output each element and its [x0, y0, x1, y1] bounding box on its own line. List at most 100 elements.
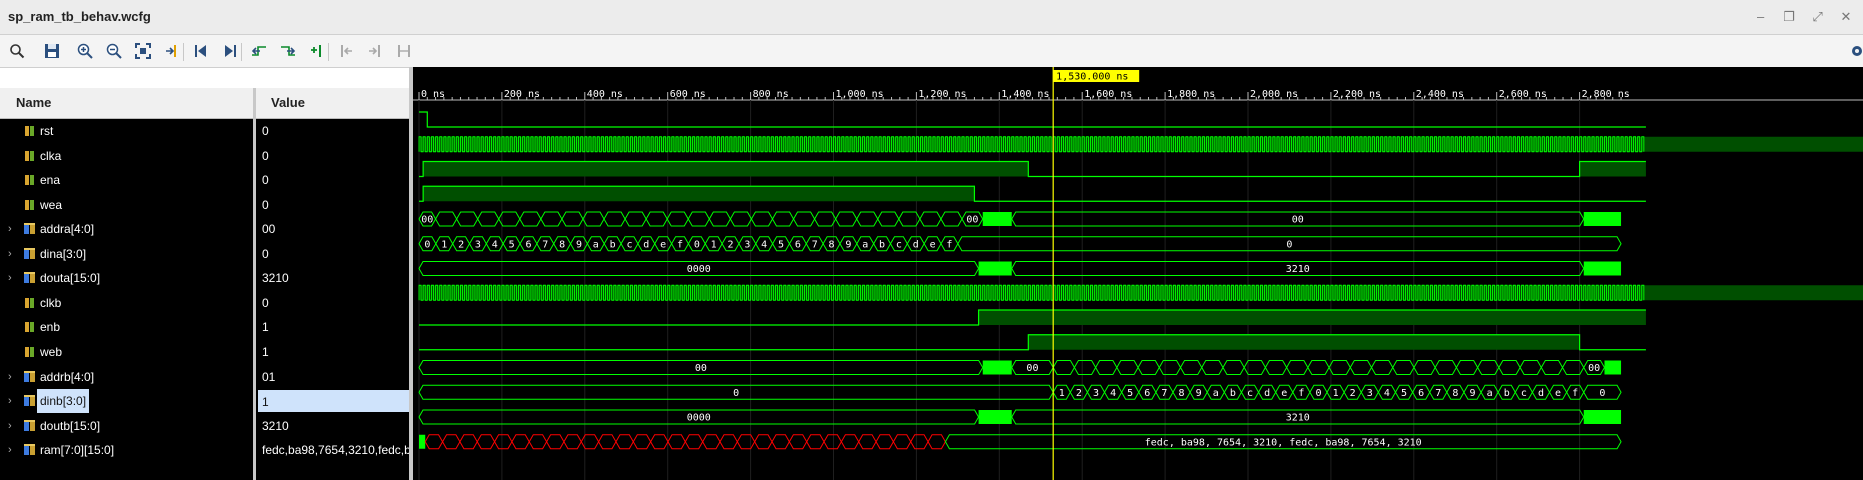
signal-row[interactable]: ena	[0, 168, 253, 193]
signal-name: douta[15:0]	[40, 271, 101, 286]
dinb-value-label: e	[1555, 388, 1561, 399]
signal-name: enb	[40, 320, 61, 335]
signal-name: rst	[40, 124, 54, 138]
dinb-value-label: 0	[1599, 388, 1605, 399]
waveform-canvas[interactable]: 0 ns 200 ns 400 ns 600 ns 800 ns 1,000 ns 1,20…	[413, 67, 1863, 480]
zoom-in-icon[interactable]	[73, 39, 97, 63]
signal-name: web	[40, 344, 63, 359]
douta-value-label: 0000	[687, 264, 711, 275]
next-marker-icon[interactable]	[363, 39, 387, 63]
dina-value-label: 3	[475, 239, 481, 250]
douta-value-label: 3210	[1286, 264, 1310, 275]
dina-value-label: 6	[525, 239, 531, 250]
signal-name: clkb	[40, 295, 62, 310]
dinb-value-label: 4	[1110, 388, 1116, 399]
bit-signal-icon	[25, 126, 34, 136]
go-to-last-time-icon[interactable]	[218, 39, 242, 63]
close-icon[interactable]: ✕	[1837, 9, 1855, 25]
signal-name-panel: Name rst clka ena wea › addra[4:0] › dina[3:0] ›…	[0, 88, 253, 480]
dina-value-label: 0	[1286, 239, 1292, 250]
dina-value-label: 5	[509, 239, 515, 250]
expand-chevron-icon[interactable]: ›	[8, 389, 18, 413]
minimize-icon[interactable]: –	[1752, 9, 1770, 25]
signal-value: 1	[262, 344, 269, 359]
signal-row[interactable]: clkb	[0, 291, 253, 316]
expand-chevron-icon[interactable]: ›	[8, 217, 18, 241]
dina-value-label: 3	[744, 239, 750, 250]
maximize-icon[interactable]: ⤢	[1809, 9, 1827, 25]
dinb-value-label: 1	[1059, 388, 1065, 399]
addra-value-label: 00	[966, 215, 978, 226]
addra-unknown-block	[982, 212, 1012, 226]
signal-row[interactable]: wea	[0, 193, 253, 218]
dina-value-label: 8	[559, 239, 565, 250]
signal-row[interactable]: rst	[0, 119, 253, 144]
signal-row[interactable]: › addrb[4:0]	[0, 365, 253, 390]
dina-value-label: a	[593, 239, 599, 250]
signal-name: ram[7:0][15:0]	[40, 443, 115, 458]
expand-chevron-icon[interactable]: ›	[8, 365, 18, 389]
dinb-value-label: 5	[1401, 388, 1407, 399]
dinb-value-label: a	[1213, 388, 1219, 399]
signal-name: addrb[4:0]	[40, 369, 95, 384]
signal-row[interactable]: web	[0, 340, 253, 365]
toolbar	[0, 35, 1863, 68]
value-column-header[interactable]: Value	[256, 88, 409, 119]
signal-row[interactable]: clka	[0, 144, 253, 169]
previous-transition-icon[interactable]	[247, 39, 271, 63]
expand-chevron-icon[interactable]: ›	[8, 414, 18, 438]
go-to-time-zero-icon[interactable]	[189, 39, 213, 63]
dinb-value-label: e	[1281, 388, 1287, 399]
bit-signal-icon	[25, 150, 34, 161]
gear-icon[interactable]	[1845, 39, 1863, 63]
dina-value-label: b	[610, 239, 616, 250]
addra-value-label: 00	[421, 215, 433, 226]
search-icon[interactable]	[5, 39, 29, 63]
dinb-value-label: f	[1572, 388, 1578, 399]
dinb-value-label: 1	[1333, 388, 1339, 399]
zoom-out-icon[interactable]	[102, 39, 126, 63]
ram-value-label: fedc, ba98, 7654, 3210, fedc, ba98, 7654…	[1145, 437, 1422, 448]
bit-signal-icon	[25, 297, 34, 308]
bus-signal-icon	[24, 395, 35, 407]
signal-row[interactable]: › dinb[3:0]	[0, 389, 253, 414]
expand-chevron-icon[interactable]: ›	[8, 266, 18, 290]
expand-chevron-icon[interactable]: ›	[8, 242, 18, 266]
signal-row[interactable]: › ram[7:0][15:0]	[0, 438, 253, 463]
signal-value: 00	[262, 222, 276, 237]
signal-value: 1	[262, 320, 269, 335]
time-ruler-label: 600 ns	[670, 89, 706, 100]
go-to-cursor-icon[interactable]	[160, 39, 184, 63]
signal-value: 3210	[262, 418, 289, 433]
wea-high-fill	[423, 186, 975, 202]
dina-value-label: 9	[845, 239, 851, 250]
signal-name: doutb[15:0]	[40, 418, 101, 433]
previous-marker-icon[interactable]	[334, 39, 358, 63]
dinb-value-label: 5	[1127, 388, 1133, 399]
dina-value-label: c	[896, 239, 902, 250]
signal-row[interactable]: › addra[4:0]	[0, 217, 253, 242]
dina-value-label: b	[879, 239, 885, 250]
signal-name: dina[3:0]	[40, 246, 87, 261]
signal-row[interactable]: › doutb[15:0]	[0, 414, 253, 439]
clkb-fill	[419, 285, 1863, 301]
save-icon[interactable]	[40, 39, 64, 63]
signal-name: dinb[3:0]	[37, 389, 90, 414]
title-bar: sp_ram_tb_behav.wcfg – ❐ ⤢ ✕	[0, 0, 1863, 35]
time-ruler-label: 1,600 ns	[1084, 89, 1132, 100]
toolbar-separator	[183, 43, 184, 61]
add-marker-icon[interactable]	[305, 39, 329, 63]
swap-cursors-icon[interactable]	[392, 39, 416, 63]
dinb-value-label: c	[1247, 388, 1253, 399]
dinb-value-label: f	[1298, 388, 1304, 399]
signal-row[interactable]: › douta[15:0]	[0, 266, 253, 291]
signal-row[interactable]: › dina[3:0]	[0, 242, 253, 267]
zoom-fit-icon[interactable]	[131, 39, 155, 63]
dina-value-label: 9	[576, 239, 582, 250]
next-transition-icon[interactable]	[276, 39, 300, 63]
restore-icon[interactable]: ❐	[1780, 9, 1798, 25]
toolbar-separator	[241, 43, 242, 61]
name-column-header[interactable]: Name	[0, 88, 253, 119]
signal-row[interactable]: enb	[0, 315, 253, 340]
expand-chevron-icon[interactable]: ›	[8, 438, 18, 462]
